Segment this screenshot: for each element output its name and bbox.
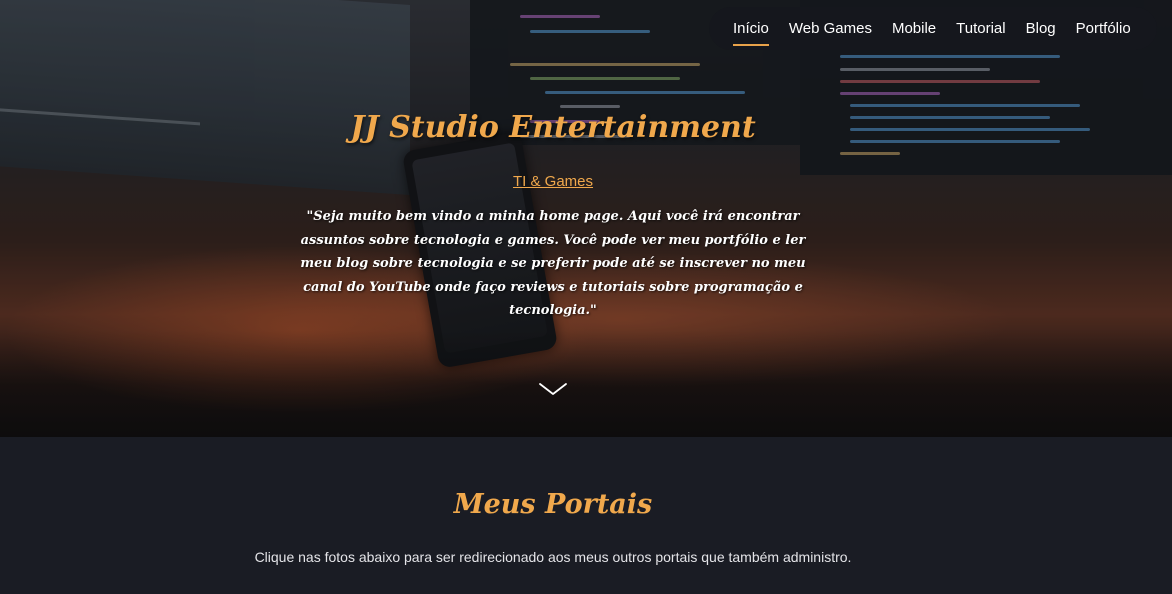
hero-subtitle-link[interactable]: TI & Games [0,173,1106,190]
chevron-down-icon[interactable] [537,378,569,400]
hero-section: Início Web Games Mobile Tutorial Blog Po… [0,0,1172,437]
nav-item-portfolio[interactable]: Portfólio [1076,20,1131,37]
portals-title: Meus Portais [453,489,653,520]
nav-item-tutorial[interactable]: Tutorial [956,20,1005,37]
nav-item-inicio[interactable]: Início [733,20,769,46]
portals-section: Meus Portais Clique nas fotos abaixo par… [0,437,1172,594]
portals-description: Clique nas fotos abaixo para ser redirec… [254,549,852,565]
nav-item-blog[interactable]: Blog [1026,20,1056,37]
hero-welcome-text: "Seja muito bem vindo a minha home page.… [300,209,806,318]
nav-item-mobile[interactable]: Mobile [892,20,936,37]
main-nav: Início Web Games Mobile Tutorial Blog Po… [709,7,1157,50]
nav-item-web-games[interactable]: Web Games [789,20,872,37]
hero-title: JJ Studio Entertainment [350,110,756,145]
